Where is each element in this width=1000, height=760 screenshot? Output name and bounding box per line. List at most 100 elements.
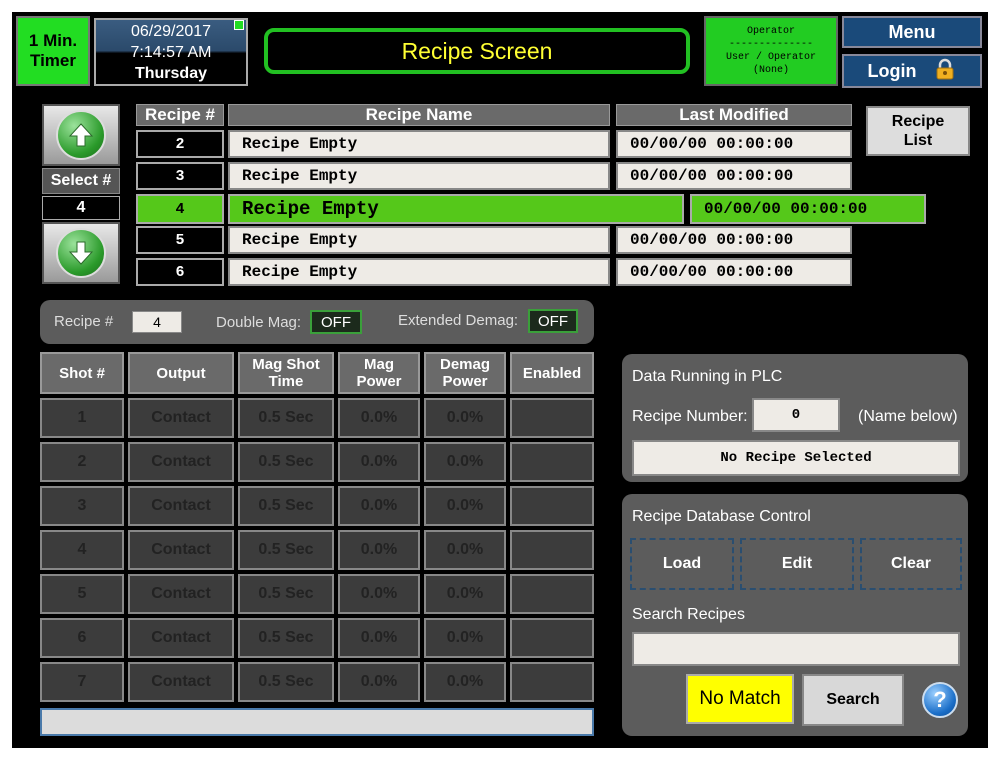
search-label: Search Recipes bbox=[632, 606, 745, 623]
recipe-row-num-selected[interactable]: 4 bbox=[136, 194, 224, 224]
datetime-display: 06/29/2017 7:14:57 AM Thursday bbox=[94, 18, 248, 86]
shot-cell-shot[interactable]: 7 bbox=[40, 662, 124, 702]
clear-button[interactable]: Clear bbox=[860, 538, 962, 590]
shot-cell-output[interactable]: Contact bbox=[128, 442, 234, 482]
shot-cell-enabled[interactable] bbox=[510, 398, 594, 438]
shot-cell-shot[interactable]: 3 bbox=[40, 486, 124, 526]
day-text: Thursday bbox=[134, 64, 207, 82]
shot-cell-mag-power[interactable]: 0.0% bbox=[338, 618, 420, 658]
menu-button[interactable]: Menu bbox=[842, 16, 982, 48]
shot-cell-output[interactable]: Contact bbox=[128, 398, 234, 438]
shot-cell-mag-power[interactable]: 0.0% bbox=[338, 662, 420, 702]
shot-cell-output[interactable]: Contact bbox=[128, 618, 234, 658]
scroll-up-button[interactable] bbox=[42, 104, 120, 166]
shot-cell-mag-power[interactable]: 0.0% bbox=[338, 398, 420, 438]
mag-time-header-1: Mag Shot bbox=[252, 356, 320, 373]
shot-cell-mag-power[interactable]: 0.0% bbox=[338, 486, 420, 526]
recipe-row-num[interactable]: 3 bbox=[136, 162, 224, 190]
shot-cell-demag-power[interactable]: 0.0% bbox=[424, 530, 506, 570]
plc-data-panel: Data Running in PLC Recipe Number: 0 (Na… bbox=[622, 354, 968, 482]
mag-time-header-2: Time bbox=[268, 373, 304, 390]
shot-cell-mag-time[interactable]: 0.5 Sec bbox=[238, 486, 334, 526]
status-bar bbox=[40, 708, 594, 736]
recipe-row-name[interactable]: Recipe Empty bbox=[228, 258, 610, 286]
shot-cell-mag-time[interactable]: 0.5 Sec bbox=[238, 662, 334, 702]
shot-cell-demag-power[interactable]: 0.0% bbox=[424, 662, 506, 702]
shot-cell-demag-power[interactable]: 0.0% bbox=[424, 398, 506, 438]
operator-role: User / Operator bbox=[725, 52, 816, 63]
operator-divider: -------------- bbox=[728, 39, 813, 50]
shot-cell-demag-power[interactable]: 0.0% bbox=[424, 486, 506, 526]
select-number-field[interactable]: 4 bbox=[42, 196, 120, 220]
double-mag-toggle[interactable]: OFF bbox=[310, 310, 362, 334]
extended-demag-label: Extended Demag: bbox=[398, 312, 519, 329]
shot-cell-shot[interactable]: 6 bbox=[40, 618, 124, 658]
hmi-screen: 1 Min. Timer 06/29/2017 7:14:57 AM Thurs… bbox=[12, 12, 988, 748]
recipe-row-modified[interactable]: 00/00/00 00:00:00 bbox=[616, 226, 852, 254]
recipe-row-modified[interactable]: 00/00/00 00:00:00 bbox=[616, 258, 852, 286]
select-label: Select # bbox=[42, 168, 120, 194]
shot-cell-mag-time[interactable]: 0.5 Sec bbox=[238, 442, 334, 482]
plc-name-hint: (Name below) bbox=[858, 408, 958, 425]
double-mag-label: Double Mag: bbox=[216, 314, 302, 331]
status-indicator bbox=[234, 20, 244, 30]
shot-cell-mag-time[interactable]: 0.5 Sec bbox=[238, 574, 334, 614]
shot-cell-shot[interactable]: 5 bbox=[40, 574, 124, 614]
load-button[interactable]: Load bbox=[630, 538, 734, 590]
plc-recipe-name: No Recipe Selected bbox=[632, 440, 960, 476]
help-icon[interactable]: ? bbox=[922, 682, 958, 718]
db-panel-title: Recipe Database Control bbox=[632, 508, 811, 525]
col-header-last-modified: Last Modified bbox=[616, 104, 852, 126]
shot-cell-shot[interactable]: 2 bbox=[40, 442, 124, 482]
shot-cell-output[interactable]: Contact bbox=[128, 530, 234, 570]
recipe-row-name[interactable]: Recipe Empty bbox=[228, 130, 610, 158]
plc-recipe-label: Recipe Number: bbox=[632, 408, 748, 425]
recipe-row-num[interactable]: 2 bbox=[136, 130, 224, 158]
shot-cell-mag-time[interactable]: 0.5 Sec bbox=[238, 398, 334, 438]
shot-cell-mag-power[interactable]: 0.0% bbox=[338, 442, 420, 482]
recipe-row-modified[interactable]: 00/00/00 00:00:00 bbox=[616, 162, 852, 190]
login-label: Login bbox=[867, 60, 917, 81]
shot-cell-output[interactable]: Contact bbox=[128, 574, 234, 614]
scroll-down-button[interactable] bbox=[42, 222, 120, 284]
search-button[interactable]: Search bbox=[802, 674, 904, 726]
shot-cell-mag-power[interactable]: 0.0% bbox=[338, 574, 420, 614]
shot-cell-enabled[interactable] bbox=[510, 530, 594, 570]
recipe-row-name[interactable]: Recipe Empty bbox=[228, 226, 610, 254]
shot-cell-enabled[interactable] bbox=[510, 442, 594, 482]
shot-cell-mag-power[interactable]: 0.0% bbox=[338, 530, 420, 570]
edit-button[interactable]: Edit bbox=[740, 538, 854, 590]
search-input[interactable] bbox=[632, 632, 960, 666]
operator-status[interactable]: Operator -------------- User / Operator … bbox=[704, 16, 838, 86]
shot-cell-shot[interactable]: 4 bbox=[40, 530, 124, 570]
recipe-row-num[interactable]: 5 bbox=[136, 226, 224, 254]
shot-cell-enabled[interactable] bbox=[510, 486, 594, 526]
login-button[interactable]: Login bbox=[842, 54, 982, 88]
shot-cell-enabled[interactable] bbox=[510, 618, 594, 658]
timer-label-line2: Timer bbox=[30, 51, 76, 70]
shot-cell-demag-power[interactable]: 0.0% bbox=[424, 442, 506, 482]
recipe-list-button[interactable]: Recipe List bbox=[866, 106, 970, 156]
output-col-header: Output bbox=[128, 352, 234, 394]
recipe-row-name[interactable]: Recipe Empty bbox=[228, 162, 610, 190]
shot-cell-output[interactable]: Contact bbox=[128, 662, 234, 702]
options-recipe-value: 4 bbox=[132, 311, 182, 333]
mag-power-header-1: Mag bbox=[364, 356, 394, 373]
shot-cell-mag-time[interactable]: 0.5 Sec bbox=[238, 618, 334, 658]
recipe-list-label-1: Recipe bbox=[891, 113, 945, 130]
shot-cell-mag-time[interactable]: 0.5 Sec bbox=[238, 530, 334, 570]
recipe-row-modified-selected[interactable]: 00/00/00 00:00:00 bbox=[690, 194, 926, 224]
shot-cell-enabled[interactable] bbox=[510, 662, 594, 702]
shot-cell-output[interactable]: Contact bbox=[128, 486, 234, 526]
enabled-col-header: Enabled bbox=[510, 352, 594, 394]
recipe-row-modified[interactable]: 00/00/00 00:00:00 bbox=[616, 130, 852, 158]
shot-cell-enabled[interactable] bbox=[510, 574, 594, 614]
recipe-row-name-selected[interactable]: Recipe Empty bbox=[228, 194, 684, 224]
extended-demag-toggle[interactable]: OFF bbox=[528, 309, 578, 333]
timer-button[interactable]: 1 Min. Timer bbox=[16, 16, 90, 86]
shot-cell-demag-power[interactable]: 0.0% bbox=[424, 574, 506, 614]
recipe-row-num[interactable]: 6 bbox=[136, 258, 224, 286]
shot-cell-demag-power[interactable]: 0.0% bbox=[424, 618, 506, 658]
up-arrow-icon bbox=[56, 110, 106, 160]
shot-cell-shot[interactable]: 1 bbox=[40, 398, 124, 438]
